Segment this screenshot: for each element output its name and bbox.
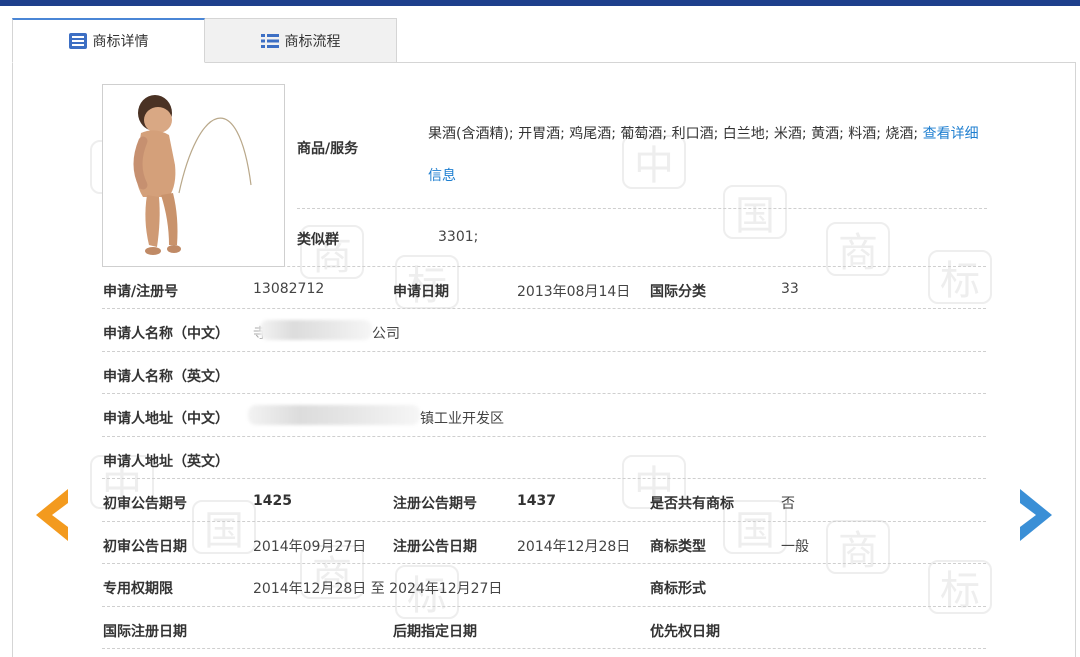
top-header-bar xyxy=(0,0,1080,6)
tab-trademark-details[interactable]: 商标详情 xyxy=(12,18,205,63)
tab-label: 商标详情 xyxy=(92,34,149,50)
applicant-en-label: 申请人名称（英文） xyxy=(103,369,229,385)
reg-pub-date-label: 注册公告日期 xyxy=(393,539,477,555)
goods-services-label: 商品/服务 xyxy=(297,141,359,157)
prelim-pub-date-value: 2014年09月27日 xyxy=(253,539,367,555)
goods-services-value: 果酒(含酒精); 开胃酒; 鸡尾酒; 葡萄酒; 利口酒; 白兰地; 米酒; 黄酒… xyxy=(428,113,988,197)
divider xyxy=(102,266,986,267)
intl-class-value: 33 xyxy=(781,281,799,297)
similar-group-value: 3301; xyxy=(438,229,479,245)
address-cn-label: 申请人地址（中文） xyxy=(103,411,229,427)
list-lines-icon xyxy=(68,33,87,49)
priority-date-label: 优先权日期 xyxy=(650,624,720,640)
divider xyxy=(102,478,986,479)
divider xyxy=(102,436,986,437)
tm-type-label: 商标类型 xyxy=(650,539,706,555)
applicant-cn-suffix: 公司 xyxy=(372,326,400,342)
chevron-right-icon xyxy=(1020,489,1052,541)
redacted-blur xyxy=(260,320,372,340)
reg-no-label: 申请/注册号 xyxy=(103,284,179,300)
exclusive-period-value: 2014年12月28日 至 2024年12月27日 xyxy=(253,581,503,597)
prelim-pub-no-label: 初审公告期号 xyxy=(103,496,187,512)
next-arrow-button[interactable] xyxy=(1016,487,1056,543)
divider xyxy=(102,308,986,309)
reg-pub-no-value: 1437 xyxy=(517,493,556,509)
divider xyxy=(102,563,986,564)
reg-pub-date-value: 2014年12月28日 xyxy=(517,539,631,555)
applicant-cn-label: 申请人名称（中文） xyxy=(103,326,229,342)
divider xyxy=(102,648,986,649)
goods-list-text: 果酒(含酒精); 开胃酒; 鸡尾酒; 葡萄酒; 利口酒; 白兰地; 米酒; 黄酒… xyxy=(428,126,919,142)
chevron-left-icon xyxy=(36,489,68,541)
prelim-pub-no-value: 1425 xyxy=(253,493,292,509)
shared-value: 否 xyxy=(781,496,795,512)
tab-trademark-process[interactable]: 商标流程 xyxy=(205,18,397,63)
shared-label: 是否共有商标 xyxy=(650,496,734,512)
reg-no-value: 13082712 xyxy=(253,281,325,297)
address-cn-suffix: 镇工业开发区 xyxy=(420,411,504,427)
redacted-blur xyxy=(248,405,420,425)
divider xyxy=(102,351,986,352)
divider xyxy=(102,393,986,394)
tab-label: 商标流程 xyxy=(284,33,341,50)
prelim-pub-date-label: 初审公告日期 xyxy=(103,539,187,555)
address-en-label: 申请人地址（英文） xyxy=(103,454,229,470)
divider xyxy=(102,606,986,607)
later-designation-date-label: 后期指定日期 xyxy=(393,624,477,640)
reg-pub-no-label: 注册公告期号 xyxy=(393,496,477,512)
tm-form-label: 商标形式 xyxy=(650,581,706,597)
divider xyxy=(297,208,987,209)
exclusive-period-label: 专用权期限 xyxy=(103,581,173,597)
similar-group-label: 类似群 xyxy=(297,232,339,248)
intl-class-label: 国际分类 xyxy=(650,284,706,300)
divider xyxy=(102,521,986,522)
tm-type-value: 一般 xyxy=(781,539,809,555)
prev-arrow-button[interactable] xyxy=(32,487,72,543)
list-bullets-icon xyxy=(260,33,279,49)
apply-date-label: 申请日期 xyxy=(393,284,449,300)
intl-reg-date-label: 国际注册日期 xyxy=(103,624,187,640)
trademark-image[interactable] xyxy=(102,84,285,267)
apply-date-value: 2013年08月14日 xyxy=(517,284,631,300)
